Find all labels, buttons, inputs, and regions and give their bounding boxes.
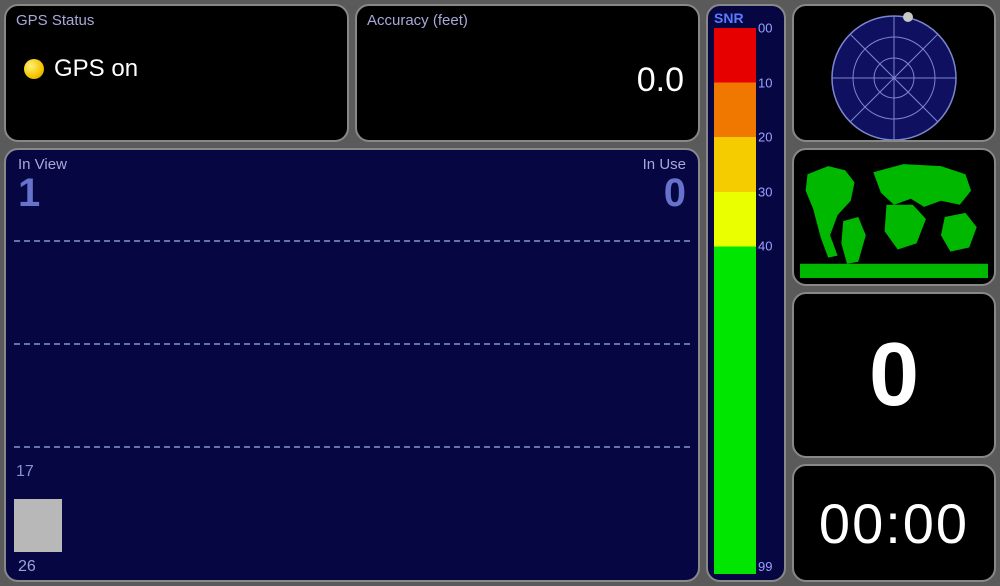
in-use-value: 0 (652, 173, 698, 213)
snr-scale: 00 10 20 30 40 99 (714, 28, 778, 574)
counter-panel[interactable]: 0 (792, 292, 996, 458)
in-view-value: 1 (6, 173, 52, 213)
timer-panel[interactable]: 00:00 (792, 464, 996, 582)
gps-status-panel: GPS Status GPS on (4, 4, 349, 142)
sat-bar-id: 26 (6, 558, 36, 576)
sat-bar (14, 499, 62, 552)
snr-gradient-bar (714, 28, 756, 574)
sky-plot-icon (819, 10, 969, 140)
gps-status-text: GPS on (54, 55, 138, 83)
counter-value: 0 (869, 324, 919, 427)
satellite-panel: In View In Use 1 0 17 26 (4, 148, 700, 582)
sky-plot-panel[interactable] (792, 4, 996, 142)
accuracy-value: 0.0 (637, 61, 684, 100)
satellite-bar-chart: 17 (14, 240, 690, 552)
snr-scale-panel: SNR 00 10 20 30 40 99 (706, 4, 786, 582)
snr-title: SNR (708, 6, 784, 28)
gps-status-title: GPS Status (6, 6, 347, 29)
accuracy-panel: Accuracy (feet) 0.0 (355, 4, 700, 142)
snr-tick: 10 (758, 75, 772, 90)
timer-value: 00:00 (819, 491, 969, 556)
snr-tick: 20 (758, 130, 772, 145)
world-map-icon (800, 156, 988, 278)
sat-bar-snr: 17 (16, 463, 34, 481)
snr-tick: 00 (758, 21, 772, 36)
accuracy-title: Accuracy (feet) (357, 6, 698, 29)
gps-on-indicator-icon (24, 59, 44, 79)
snr-tick: 30 (758, 184, 772, 199)
world-map-panel[interactable] (792, 148, 996, 286)
snr-tick: 40 (758, 239, 772, 254)
snr-tick: 99 (758, 559, 772, 574)
